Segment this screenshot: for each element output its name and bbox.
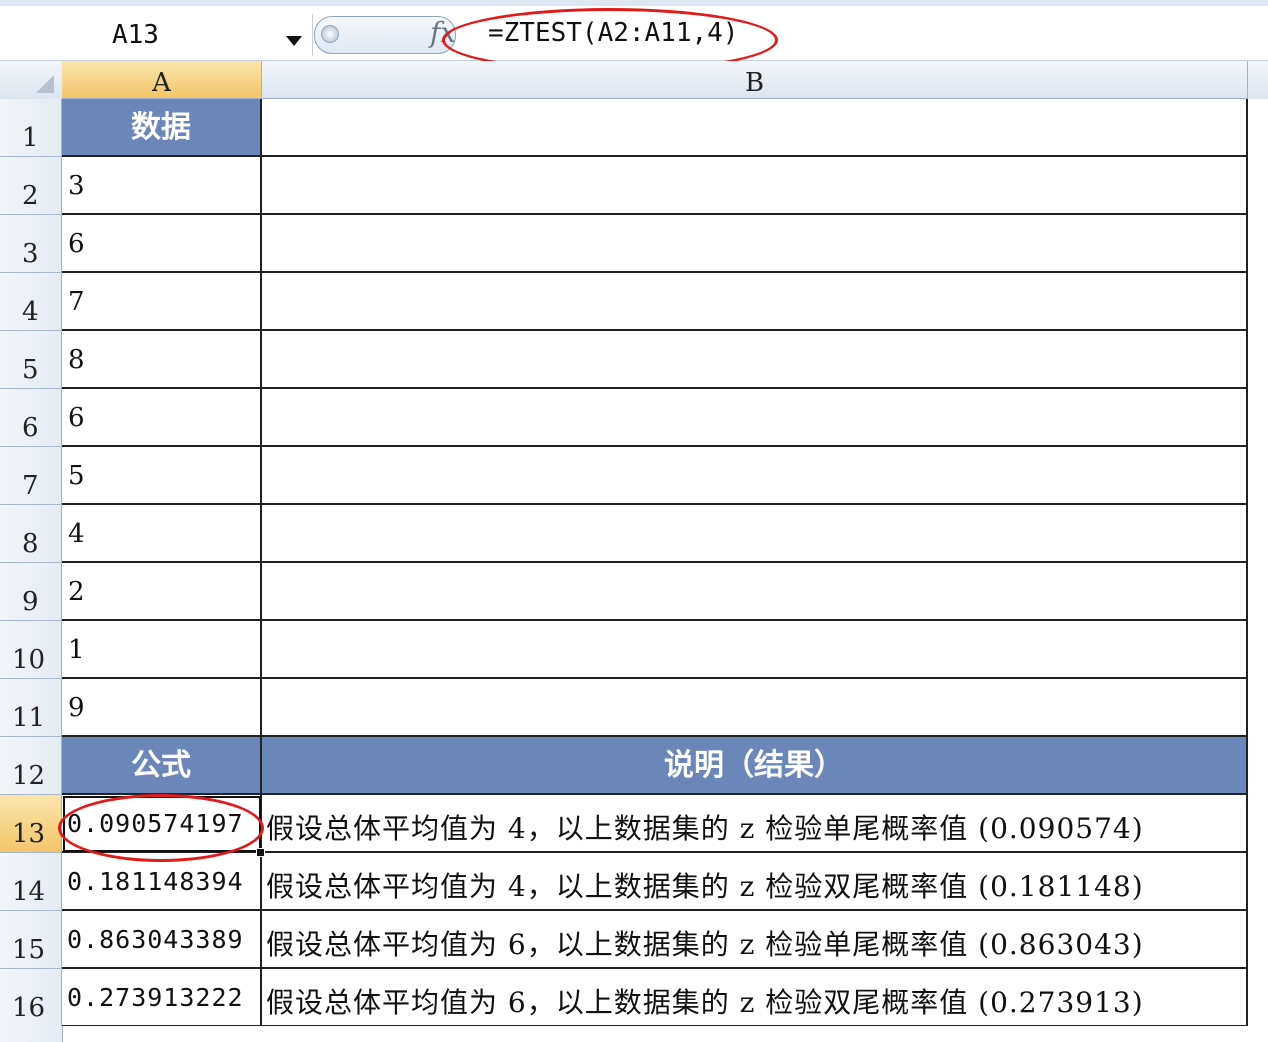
cell-a12-formula-header[interactable]: 公式	[62, 737, 262, 795]
cell-b9[interactable]	[262, 563, 1248, 621]
cell-b11[interactable]	[262, 679, 1248, 737]
cell-a10[interactable]: 1	[62, 621, 262, 679]
cell-a5[interactable]: 8	[62, 331, 262, 389]
cell-b14[interactable]: 假设总体平均值为 4，以上数据集的 z 检验双尾概率值 (0.181148)	[262, 853, 1248, 911]
row-header-1[interactable]: 1	[0, 99, 62, 157]
cell-b12-description-header[interactable]: 说明（结果）	[262, 737, 1248, 795]
row-header-16[interactable]: 16	[0, 969, 62, 1027]
cell-b13[interactable]: 假设总体平均值为 4，以上数据集的 z 检验单尾概率值 (0.090574)	[262, 795, 1248, 853]
cell-a14[interactable]: 0.181148394	[62, 853, 262, 911]
cell-a8[interactable]: 4	[62, 505, 262, 563]
row-header-7[interactable]: 7	[0, 447, 62, 505]
row-header-14[interactable]: 14	[0, 853, 62, 911]
cell-a4[interactable]: 7	[62, 273, 262, 331]
row-header-6[interactable]: 6	[0, 389, 62, 447]
name-box-value: A13	[112, 20, 159, 50]
fill-handle[interactable]	[256, 848, 265, 857]
knob-icon	[321, 25, 339, 43]
cell-b10[interactable]	[262, 621, 1248, 679]
cell-b16[interactable]: 假设总体平均值为 6，以上数据集的 z 检验双尾概率值 (0.273913)	[262, 969, 1248, 1027]
cell-b15[interactable]: 假设总体平均值为 6，以上数据集的 z 检验单尾概率值 (0.863043)	[262, 911, 1248, 969]
row-header-8[interactable]: 8	[0, 505, 62, 563]
cell-b7[interactable]	[262, 447, 1248, 505]
cell-b4[interactable]	[262, 273, 1248, 331]
row-header-9[interactable]: 9	[0, 563, 62, 621]
cell-a16[interactable]: 0.273913222	[62, 969, 262, 1027]
cell-b1[interactable]	[262, 99, 1248, 157]
formula-input[interactable]: =ZTEST(A2:A11,4)	[488, 18, 738, 48]
sheet-area-right	[1248, 99, 1268, 1042]
row-header-15[interactable]: 15	[0, 911, 62, 969]
name-box[interactable]: A13	[0, 14, 313, 56]
chevron-down-icon[interactable]	[286, 36, 302, 46]
row-header-4[interactable]: 4	[0, 273, 62, 331]
row-header-11[interactable]: 11	[0, 679, 62, 737]
row-header-3[interactable]: 3	[0, 215, 62, 273]
insert-function-button[interactable]: fx	[430, 16, 456, 49]
cell-b3[interactable]	[262, 215, 1248, 273]
row-header-5[interactable]: 5	[0, 331, 62, 389]
row-17-partial	[0, 1026, 1268, 1042]
cell-a11[interactable]: 9	[62, 679, 262, 737]
column-header-a[interactable]: A	[62, 61, 262, 99]
select-all-icon	[36, 75, 54, 93]
formula-bar: A13 fx =ZTEST(A2:A11,4)	[0, 6, 1268, 61]
select-all-button[interactable]	[0, 61, 63, 100]
row-header-10[interactable]: 10	[0, 621, 62, 679]
cell-a6[interactable]: 6	[62, 389, 262, 447]
cell-a7[interactable]: 5	[62, 447, 262, 505]
column-header-b[interactable]: B	[262, 61, 1248, 99]
cell-a1-data-header[interactable]: 数据	[62, 99, 262, 157]
cell-b6[interactable]	[262, 389, 1248, 447]
cell-a3[interactable]: 6	[62, 215, 262, 273]
cell-a15[interactable]: 0.863043389	[62, 911, 262, 969]
cell-a9[interactable]: 2	[62, 563, 262, 621]
cell-a2[interactable]: 3	[62, 157, 262, 215]
cell-a13-selected[interactable]: 0.090574197	[62, 795, 262, 853]
row-header-17-partial[interactable]	[0, 1026, 63, 1042]
cell-b8[interactable]	[262, 505, 1248, 563]
row-header-13[interactable]: 13	[0, 795, 62, 853]
cell-b5[interactable]	[262, 331, 1248, 389]
row-header-12[interactable]: 12	[0, 737, 62, 795]
cell-b2[interactable]	[262, 157, 1248, 215]
row-header-2[interactable]: 2	[0, 157, 62, 215]
